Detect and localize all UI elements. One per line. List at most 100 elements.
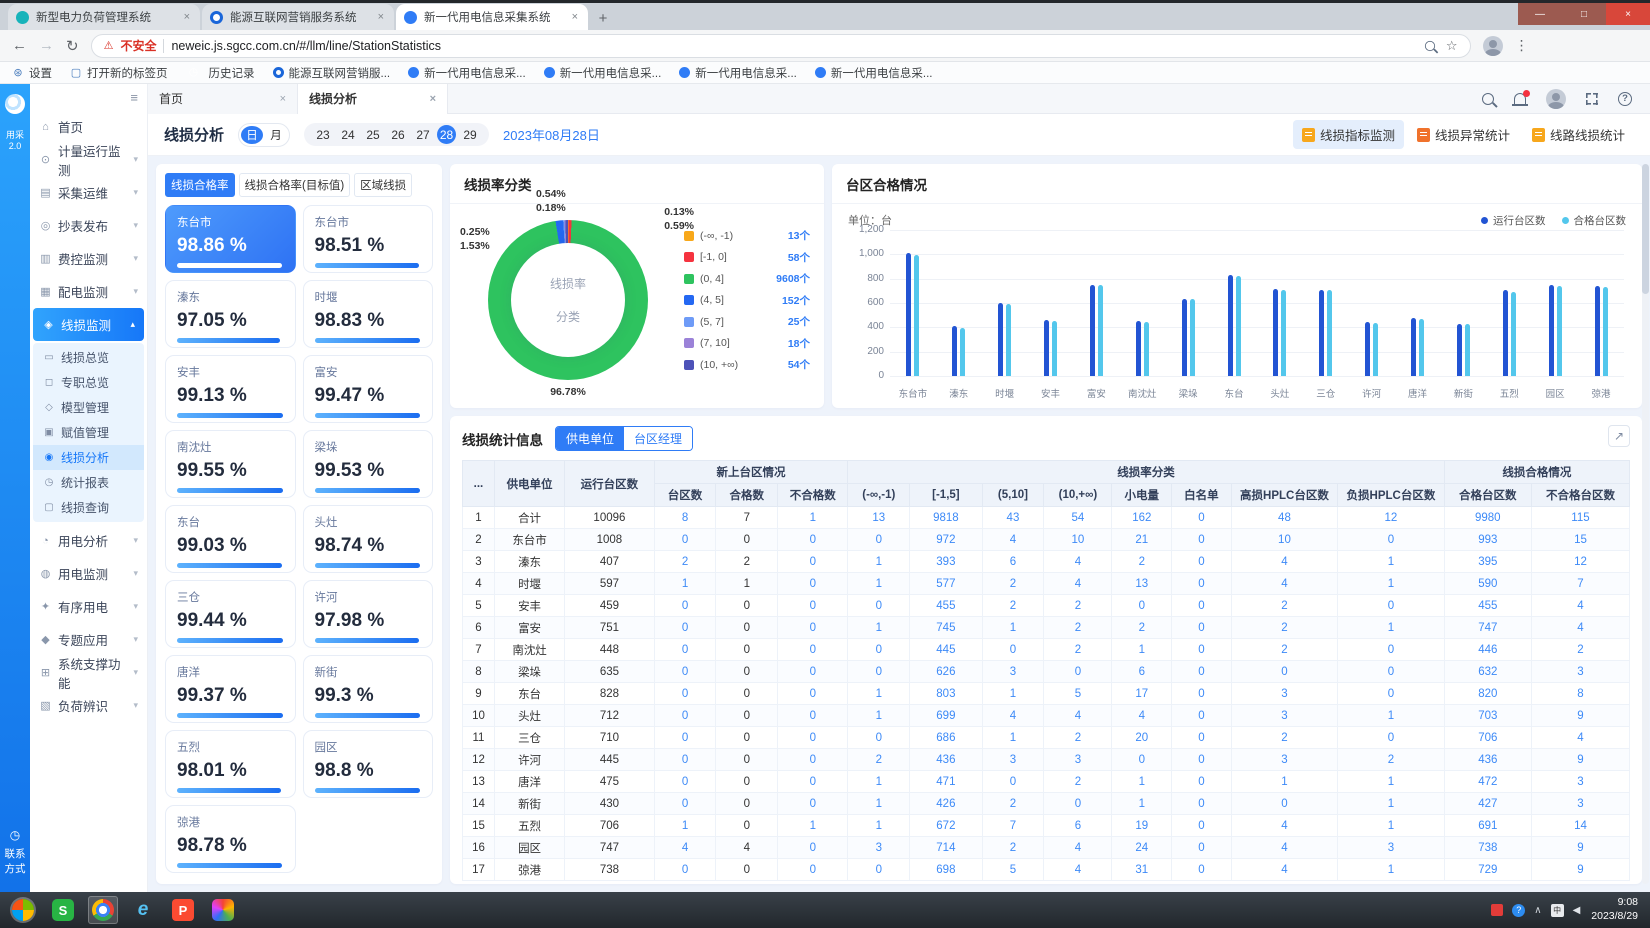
table-cell[interactable]: 6 (1112, 661, 1172, 683)
table-cell[interactable]: 703 (1444, 705, 1531, 727)
table-cell[interactable]: 4 (1231, 859, 1337, 881)
table-cell[interactable]: 9 (1531, 749, 1629, 771)
table-cell[interactable]: 1 (848, 617, 910, 639)
table-cell[interactable]: 0 (1112, 595, 1172, 617)
table-cell[interactable]: 2 (1231, 595, 1337, 617)
table-cell[interactable]: 0 (1172, 551, 1232, 573)
notification-bell-icon[interactable] (1514, 93, 1526, 104)
table-cell[interactable]: 0 (654, 749, 716, 771)
table-cell[interactable]: 1 (1338, 771, 1444, 793)
legend-item[interactable]: (-∞, -1)13个 (684, 228, 810, 243)
date-picker[interactable]: 2023年08月28日 (503, 125, 600, 144)
table-cell[interactable]: 0 (778, 639, 848, 661)
table-cell[interactable]: 446 (1444, 639, 1531, 661)
unit-card[interactable]: 东台市98.51 % (303, 205, 434, 273)
sidebar-item[interactable]: ⊞系统支撑功能▾ (30, 656, 147, 689)
legend-item[interactable]: 运行台区数 (1481, 213, 1546, 228)
browser-menu-icon[interactable]: ⋮ (1515, 37, 1530, 54)
table-cell[interactable]: 395 (1444, 551, 1531, 573)
table-cell[interactable]: 0 (1172, 837, 1232, 859)
day-chip[interactable]: 25 (362, 125, 384, 144)
table-cell[interactable]: 729 (1444, 859, 1531, 881)
table-cell[interactable]: 0 (654, 683, 716, 705)
table-cell[interactable]: 3 (848, 837, 910, 859)
table-cell[interactable]: 1 (1338, 793, 1444, 815)
table-cell[interactable]: 5 (982, 859, 1044, 881)
table-cell[interactable]: 0 (1172, 507, 1232, 529)
table-cell[interactable]: 626 (910, 661, 982, 683)
table-cell[interactable]: 972 (910, 529, 982, 551)
table-cell[interactable]: 0 (1338, 639, 1444, 661)
reload-button[interactable]: ↻ (66, 37, 79, 55)
table-cell[interactable]: 1 (848, 551, 910, 573)
table-cell[interactable]: 0 (1172, 793, 1232, 815)
content-scrollbar[interactable] (1642, 164, 1649, 884)
table-cell[interactable]: 10 (1231, 529, 1337, 551)
period-month-button[interactable]: 月 (265, 126, 287, 144)
table-cell[interactable]: 9 (1531, 859, 1629, 881)
sidebar-subitem[interactable]: ◉线损分析 (33, 445, 144, 470)
legend-count[interactable]: 152个 (782, 293, 810, 308)
search-icon[interactable] (1425, 40, 1435, 50)
table-cell[interactable]: 1 (848, 793, 910, 815)
day-chip[interactable]: 29 (459, 125, 481, 144)
sidebar-item[interactable]: ◎抄表发布▾ (30, 209, 147, 242)
wpp-icon[interactable]: P (168, 896, 198, 924)
period-toggle[interactable]: 日 月 (238, 123, 290, 147)
table-cell[interactable]: 1 (778, 507, 848, 529)
palette-icon[interactable] (208, 896, 238, 924)
table-cell[interactable]: 1 (848, 815, 910, 837)
table-cell[interactable]: 54 (1044, 507, 1112, 529)
table-cell[interactable]: 699 (910, 705, 982, 727)
table-cell[interactable]: 0 (1172, 815, 1232, 837)
table-cell[interactable]: 4 (1231, 815, 1337, 837)
table-cell[interactable]: 4 (1531, 595, 1629, 617)
table-cell[interactable]: 1 (778, 815, 848, 837)
table-cell[interactable]: 993 (1444, 529, 1531, 551)
table-cell[interactable]: 714 (910, 837, 982, 859)
table-cell[interactable]: 4 (1531, 617, 1629, 639)
legend-count[interactable]: 54个 (788, 357, 810, 372)
sidebar-subitem[interactable]: ▣赋值管理 (33, 420, 144, 445)
table-cell[interactable]: 0 (778, 837, 848, 859)
table-cell[interactable]: 3 (982, 661, 1044, 683)
table-toggle-button[interactable]: 供电单位 (556, 427, 624, 450)
table-cell[interactable]: 4 (1231, 573, 1337, 595)
legend-count[interactable]: 13个 (788, 228, 810, 243)
unit-card[interactable]: 五烈98.01 % (165, 730, 296, 798)
table-cell[interactable]: 632 (1444, 661, 1531, 683)
table-cell[interactable]: 1 (1338, 859, 1444, 881)
system-clock[interactable]: 9:08 2023/8/29 (1591, 896, 1638, 923)
table-cell[interactable]: 0 (654, 617, 716, 639)
unit-card[interactable]: 三仓99.44 % (165, 580, 296, 648)
back-button[interactable]: ← (12, 37, 27, 54)
unit-card[interactable]: 新街99.3 % (303, 655, 434, 723)
caret-tray-icon[interactable]: ∧ (1534, 905, 1541, 916)
table-cell[interactable]: 0 (778, 617, 848, 639)
table-cell[interactable]: 2 (654, 551, 716, 573)
table-cell[interactable]: 6 (982, 551, 1044, 573)
table-cell[interactable]: 0 (654, 529, 716, 551)
table-cell[interactable]: 0 (654, 661, 716, 683)
table-cell[interactable]: 0 (848, 727, 910, 749)
browser-tab[interactable]: 新一代用电信息采集系统× (396, 4, 588, 30)
table-cell[interactable]: 10 (1044, 529, 1112, 551)
table-cell[interactable]: 4 (1112, 705, 1172, 727)
bookmark-item[interactable]: 新一代用电信息采... (679, 65, 797, 81)
table-cell[interactable]: 747 (1444, 617, 1531, 639)
table-cell[interactable]: 0 (1338, 683, 1444, 705)
table-cell[interactable]: 1 (654, 815, 716, 837)
export-icon[interactable]: ↗ (1608, 425, 1630, 447)
table-cell[interactable]: 9 (1531, 705, 1629, 727)
tab-close-icon[interactable]: × (570, 11, 580, 23)
table-cell[interactable]: 9980 (1444, 507, 1531, 529)
table-cell[interactable]: 686 (910, 727, 982, 749)
user-avatar[interactable] (1546, 89, 1566, 109)
toolbar-button[interactable]: 线损指标监测 (1293, 120, 1404, 149)
qhelp-tray-icon[interactable]: ? (1512, 904, 1525, 917)
table-cell[interactable]: 115 (1531, 507, 1629, 529)
table-cell[interactable]: 2 (1231, 639, 1337, 661)
table-cell[interactable]: 3 (1338, 837, 1444, 859)
new-tab-button[interactable]: + (590, 6, 616, 30)
table-cell[interactable]: 803 (910, 683, 982, 705)
